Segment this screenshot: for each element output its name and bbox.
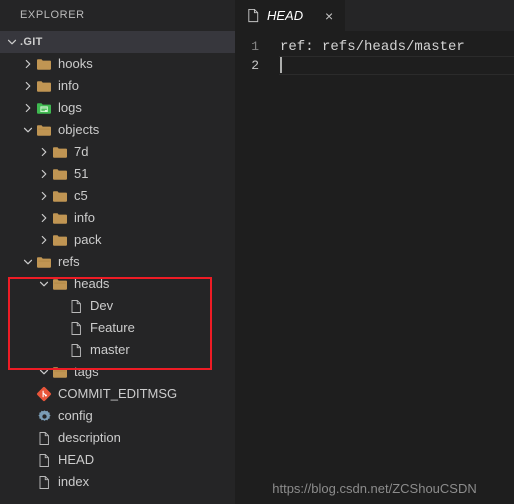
tree-item-info[interactable]: info: [0, 75, 235, 97]
tree-item-label: master: [90, 342, 130, 357]
folder-icon: [52, 232, 68, 248]
tree-item-dev[interactable]: Dev: [0, 295, 235, 317]
explorer-title: EXPLORER: [20, 9, 85, 21]
vscode-window: EXPLORER .GIT hooks info logs objects 7d 51 c5…: [0, 0, 514, 504]
folder-open-icon: [36, 254, 52, 270]
folder-icon: [52, 210, 68, 226]
editor-pane: HEAD × 1 ref: refs/heads/master 2 https://…: [235, 0, 514, 504]
folder-icon: [36, 78, 52, 94]
tree-item-label: 7d: [74, 144, 89, 159]
folder-icon: [52, 166, 68, 182]
tree-item-objects[interactable]: objects: [0, 119, 235, 141]
tree-item-label: hooks: [58, 56, 93, 71]
line-number: 1: [251, 39, 259, 54]
tree-item-description[interactable]: description: [0, 427, 235, 449]
code-line[interactable]: 1 ref: refs/heads/master: [235, 37, 514, 56]
file-icon: [36, 474, 52, 490]
tree-item-refs[interactable]: refs: [0, 251, 235, 273]
tree-item-config[interactable]: config: [0, 405, 235, 427]
tree-item-label: Feature: [90, 320, 135, 335]
tree-item-tags[interactable]: tags: [0, 361, 235, 383]
tree-item-commit-editmsg[interactable]: COMMIT_EDITMSG: [0, 383, 235, 405]
tree-item-51[interactable]: 51: [0, 163, 235, 185]
editor-tabbar: HEAD ×: [235, 0, 514, 31]
folder-green-icon: [36, 100, 52, 116]
tree-item-label: info: [74, 210, 95, 225]
tree-item-label: Dev: [90, 298, 114, 313]
tree-item-pack[interactable]: pack: [0, 229, 235, 251]
folder-icon: [36, 56, 52, 72]
chevron-down-icon[interactable]: [20, 124, 36, 136]
folder-open-icon: [52, 276, 68, 292]
tree-item-label: config: [58, 408, 93, 423]
chevron-down-icon[interactable]: [20, 256, 36, 268]
chevron-right-icon[interactable]: [36, 168, 52, 180]
watermark-text: https://blog.csdn.net/ZCShouCSDN: [272, 481, 477, 496]
text-caret: [280, 56, 282, 73]
chevron-right-icon[interactable]: [36, 212, 52, 224]
current-line-highlight: [279, 56, 514, 75]
chevron-down-icon[interactable]: [36, 366, 52, 378]
tree-item-label: index: [58, 474, 90, 489]
tree-item-hooks[interactable]: hooks: [0, 53, 235, 75]
tree-item-head[interactable]: HEAD: [0, 449, 235, 471]
chevron-down-icon: [4, 36, 20, 48]
close-icon[interactable]: ×: [321, 8, 337, 24]
folder-open-icon: [52, 364, 68, 380]
file-icon: [245, 8, 261, 24]
tree-item-logs[interactable]: logs: [0, 97, 235, 119]
tree-item-label: heads: [74, 276, 110, 291]
line-number: 2: [251, 58, 259, 73]
tree-item-label: description: [58, 430, 121, 445]
tree-item-label: info: [58, 78, 79, 93]
tree-item-label: c5: [74, 188, 88, 203]
chevron-right-icon[interactable]: [36, 146, 52, 158]
tab-head[interactable]: HEAD ×: [235, 0, 346, 31]
section-header-label: .GIT: [20, 36, 43, 48]
explorer-sidebar: EXPLORER .GIT hooks info logs objects 7d 51 c5…: [0, 0, 235, 504]
file-icon: [36, 452, 52, 468]
section-header-git[interactable]: .GIT: [0, 31, 235, 53]
tree-item-index[interactable]: index: [0, 471, 235, 493]
tree-item-label: logs: [58, 100, 82, 115]
tree-item-label: refs: [58, 254, 80, 269]
chevron-right-icon[interactable]: [20, 102, 36, 114]
file-tree: hooks info logs objects 7d 51 c5 info pack refs he…: [0, 53, 235, 493]
folder-icon: [52, 144, 68, 160]
chevron-right-icon[interactable]: [36, 234, 52, 246]
chevron-right-icon[interactable]: [20, 80, 36, 92]
folder-icon: [52, 188, 68, 204]
chevron-down-icon[interactable]: [36, 278, 52, 290]
chevron-right-icon[interactable]: [20, 58, 36, 70]
file-icon: [68, 298, 84, 314]
tab-label: HEAD: [267, 8, 304, 23]
tree-item-info[interactable]: info: [0, 207, 235, 229]
tree-item-label: COMMIT_EDITMSG: [58, 386, 178, 401]
tree-item-c5[interactable]: c5: [0, 185, 235, 207]
tree-item-label: objects: [58, 122, 100, 137]
gear-icon: [36, 408, 52, 424]
tree-item-feature[interactable]: Feature: [0, 317, 235, 339]
code-line[interactable]: 2: [235, 56, 514, 75]
code-text: ref: refs/heads/master: [280, 38, 465, 55]
code-editor[interactable]: 1 ref: refs/heads/master 2: [235, 31, 514, 504]
file-icon: [68, 320, 84, 336]
tree-item-label: HEAD: [58, 452, 95, 467]
tree-item-label: 51: [74, 166, 89, 181]
chevron-right-icon[interactable]: [36, 190, 52, 202]
file-icon: [68, 342, 84, 358]
tree-item-label: pack: [74, 232, 102, 247]
tree-item-master[interactable]: master: [0, 339, 235, 361]
folder-open-icon: [36, 122, 52, 138]
tree-item-label: tags: [74, 364, 99, 379]
tree-item-heads[interactable]: heads: [0, 273, 235, 295]
tree-item-7d[interactable]: 7d: [0, 141, 235, 163]
git-icon: [36, 386, 52, 402]
file-icon: [36, 430, 52, 446]
